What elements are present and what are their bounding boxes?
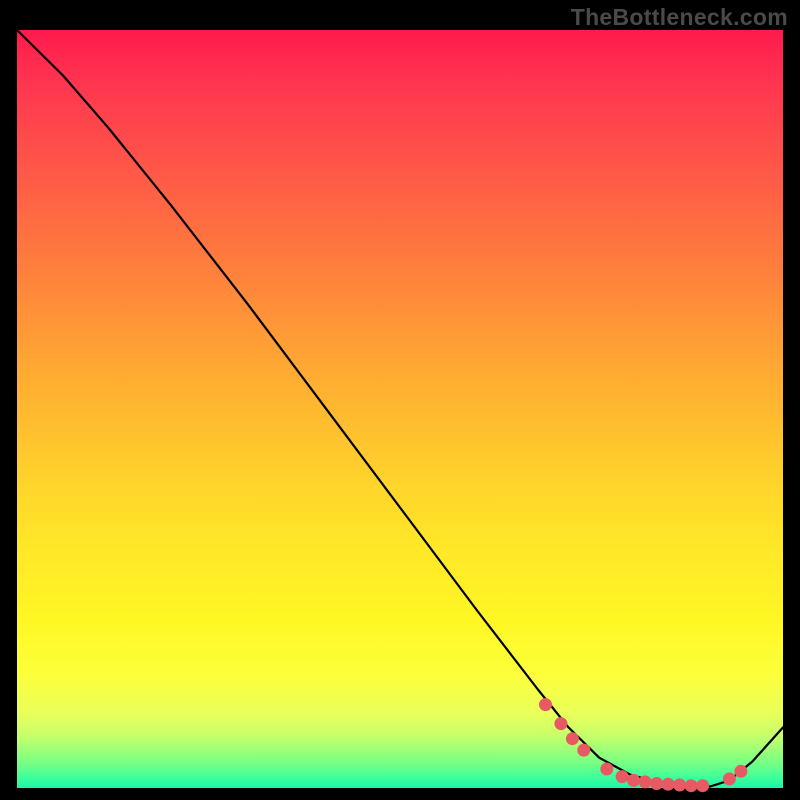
marker-dot	[673, 779, 686, 792]
chart-frame: TheBottleneck.com	[0, 0, 800, 800]
marker-dot	[600, 763, 613, 776]
marker-dot	[734, 765, 747, 778]
plot-area	[17, 30, 783, 788]
marker-dot	[566, 732, 579, 745]
marker-dot	[696, 779, 709, 792]
marker-dot	[650, 777, 663, 790]
marker-dot	[639, 775, 652, 788]
marker-dot	[577, 744, 590, 757]
curve-markers	[539, 698, 747, 792]
marker-dot	[539, 698, 552, 711]
watermark-text: TheBottleneck.com	[571, 4, 788, 31]
marker-dot	[662, 778, 675, 791]
curve-layer	[17, 30, 783, 788]
marker-dot	[627, 774, 640, 787]
marker-dot	[616, 770, 629, 783]
marker-dot	[685, 779, 698, 792]
marker-dot	[554, 717, 567, 730]
bottleneck-curve	[17, 30, 783, 787]
marker-dot	[723, 772, 736, 785]
